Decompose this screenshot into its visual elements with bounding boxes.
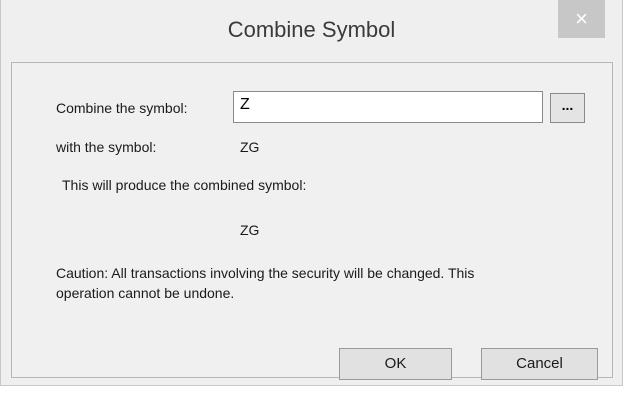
close-icon: × [575, 6, 588, 31]
with-symbol-value: ZG [240, 139, 260, 155]
dialog-title: Combine Symbol [227, 17, 396, 42]
combine-symbol-input[interactable]: Z [233, 91, 543, 123]
cancel-button[interactable]: Cancel [481, 348, 598, 380]
dialog-body: Combine the symbol: Z ... with the symbo… [11, 62, 613, 380]
with-symbol-label: with the symbol: [56, 139, 157, 155]
title-bar: Combine Symbol × [1, 0, 622, 62]
browse-button[interactable]: ... [550, 93, 585, 123]
ok-button[interactable]: OK [339, 348, 452, 380]
caution-message: Caution: All transactions involving the … [56, 265, 475, 301]
produce-label: This will produce the combined symbol: [62, 177, 307, 193]
combine-symbol-label: Combine the symbol: [56, 100, 188, 116]
ellipsis-icon: ... [561, 97, 574, 113]
combined-symbol-value: ZG [240, 222, 260, 238]
close-button[interactable]: × [558, 0, 605, 38]
combine-symbol-dialog: Combine Symbol × Combine the symbol: Z .… [0, 0, 623, 386]
